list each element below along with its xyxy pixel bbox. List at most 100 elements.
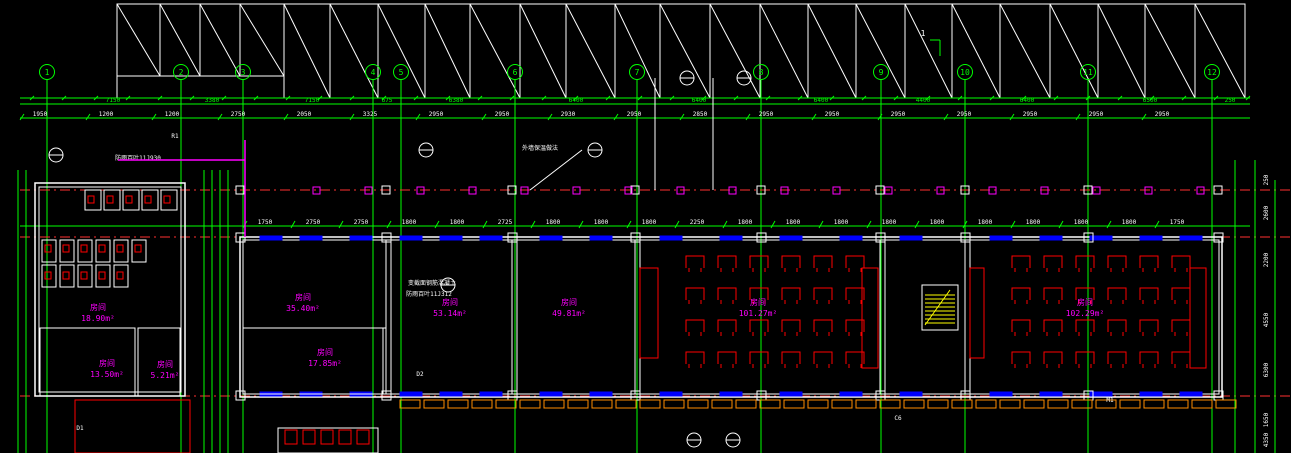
dim-text: 1800	[978, 219, 993, 226]
desk	[845, 255, 865, 272]
window	[1039, 391, 1063, 397]
desk	[1011, 255, 1031, 272]
dim-tick	[818, 220, 824, 229]
window	[479, 235, 503, 241]
window	[1179, 391, 1203, 397]
roof-panel-diagonal	[159, 3, 201, 77]
toilet-fixture	[134, 244, 142, 253]
dim-text: 6500	[1143, 97, 1158, 104]
window	[899, 391, 923, 397]
roof-panel-diagonal	[1194, 3, 1246, 99]
desk	[1043, 287, 1063, 304]
side-board	[1189, 267, 1207, 369]
stall	[113, 239, 129, 263]
dim-tick	[151, 113, 157, 121]
bottom-room	[74, 399, 191, 453]
bottom-railing	[735, 399, 757, 409]
desk	[1171, 319, 1191, 336]
dim-tick	[943, 113, 949, 121]
bottom-railing	[927, 399, 949, 409]
room-name: 房间	[1077, 297, 1093, 307]
dim-text: 2950	[429, 111, 444, 118]
window	[779, 235, 803, 241]
dim-tick	[811, 113, 817, 121]
axis-number: 6	[513, 68, 518, 77]
desk	[1107, 319, 1127, 336]
desk	[1171, 351, 1191, 368]
desk	[1139, 319, 1159, 336]
bottom-railing	[1071, 399, 1093, 409]
dim-text: 2950	[759, 111, 774, 118]
roof-panel-diagonal	[1097, 3, 1146, 99]
window	[659, 235, 683, 241]
dim-tick	[866, 220, 872, 229]
dim-text: 7150	[106, 97, 121, 104]
dim-text: 2725	[498, 219, 513, 226]
dim-text: 2750	[306, 219, 321, 226]
desk	[1011, 351, 1031, 368]
desk	[1107, 255, 1127, 272]
dim-text: 4350	[1263, 432, 1270, 447]
window	[1039, 235, 1063, 241]
dim-text: 1800	[930, 219, 945, 226]
dim-tick	[481, 113, 487, 121]
note-text: D1	[76, 425, 84, 432]
roof-panel-diagonal	[999, 3, 1051, 99]
toilet-fixture	[116, 244, 124, 253]
bottom-railing	[759, 399, 781, 409]
roof-panel-diagonal	[659, 3, 711, 99]
note-text: D2	[416, 371, 424, 378]
dim-tick	[217, 113, 223, 121]
window	[399, 235, 423, 241]
axis-number: 10	[960, 68, 970, 77]
desk	[1107, 287, 1127, 304]
dim-text: 2050	[297, 111, 312, 118]
dim-text: 1750	[258, 219, 273, 226]
dim-tick	[1010, 220, 1016, 229]
window	[839, 235, 863, 241]
desk	[1171, 255, 1191, 272]
room-area: 101.27m²	[739, 309, 778, 318]
window	[1179, 235, 1203, 241]
bottom-railing	[399, 399, 421, 409]
dim-text: 250	[1225, 97, 1236, 104]
bottom-railing	[591, 399, 613, 409]
bottom-seat	[320, 429, 334, 445]
window	[479, 391, 503, 397]
dim-text: 2950	[1089, 111, 1104, 118]
bottom-room	[277, 427, 379, 453]
dim-text: 2950	[627, 111, 642, 118]
bottom-railing	[1191, 399, 1213, 409]
dim-text: 6300	[1263, 362, 1270, 377]
desk	[717, 319, 737, 336]
note-text: 变截面钢筋混凝土	[408, 279, 456, 287]
bottom-railing	[1119, 399, 1141, 409]
dim-tick	[349, 113, 355, 121]
bottom-railing	[687, 399, 709, 409]
dim-text: 2950	[1023, 111, 1038, 118]
desk	[1043, 351, 1063, 368]
bottom-seat	[284, 429, 298, 445]
bottom-railing	[639, 399, 661, 409]
desk	[845, 319, 865, 336]
dim-tick	[434, 220, 440, 229]
window	[439, 235, 463, 241]
window	[299, 235, 323, 241]
axis-number: 8	[759, 68, 764, 77]
window	[779, 391, 803, 397]
room-area: 17.85m²	[308, 359, 342, 368]
axis-number: 12	[1207, 68, 1217, 77]
bottom-railing	[543, 399, 565, 409]
dimension-chains: 7150 3380 7150 675 6380 6400 6400 6400 4400 6400 6…	[17, 95, 1276, 453]
desk	[781, 287, 801, 304]
bottom-railing	[495, 399, 517, 409]
toilet-fixture	[163, 195, 171, 204]
desk	[813, 255, 833, 272]
desk	[1075, 319, 1095, 336]
stall	[122, 189, 140, 211]
bottom-railing	[879, 399, 901, 409]
stall	[59, 264, 75, 288]
dim-text: 1800	[786, 219, 801, 226]
desk	[813, 351, 833, 368]
bottom-railing	[1047, 399, 1069, 409]
